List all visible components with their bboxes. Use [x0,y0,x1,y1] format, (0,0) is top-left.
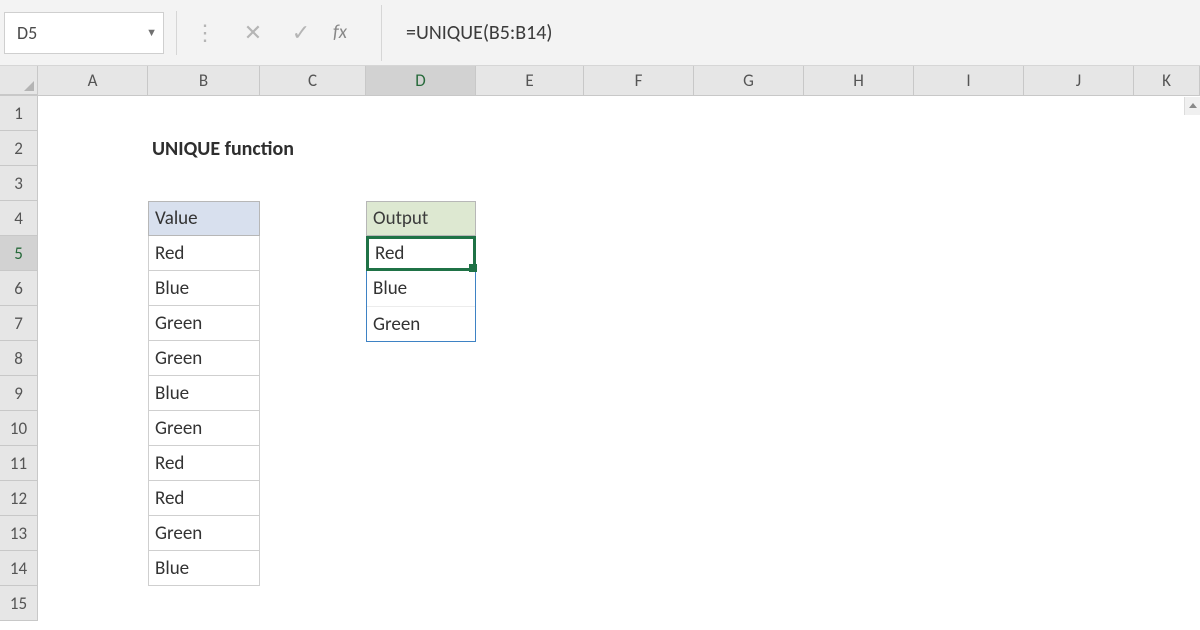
rows-wrap: 1 2 3 4 5 6 7 8 9 10 11 12 13 14 15 UNIQ… [0,96,1200,621]
col-header-A[interactable]: A [38,66,148,95]
col-header-C[interactable]: C [260,66,366,95]
value-cell[interactable]: Green [148,516,260,551]
row-header-15[interactable]: 15 [0,586,38,621]
output-cell[interactable]: Green [367,306,475,341]
row-header-2[interactable]: 2 [0,131,38,166]
row-headers: 1 2 3 4 5 6 7 8 9 10 11 12 13 14 15 [0,96,38,621]
row-header-3[interactable]: 3 [0,166,38,201]
cells-area[interactable]: UNIQUE function Value Red Blue Green Gre… [38,96,1200,621]
enter-icon[interactable]: ✓ [285,17,317,49]
name-box[interactable]: D5 ▼ [4,12,164,54]
value-cell[interactable]: Blue [148,271,260,306]
select-all-corner[interactable] [0,66,38,95]
value-cell[interactable]: Green [148,411,260,446]
value-cell[interactable]: Red [148,236,260,271]
row-header-6[interactable]: 6 [0,271,38,306]
row-header-4[interactable]: 4 [0,201,38,236]
row-header-7[interactable]: 7 [0,306,38,341]
column-headers: A B C D E F G H I J K [0,66,1200,96]
col-header-K[interactable]: K [1134,66,1200,95]
col-header-I[interactable]: I [914,66,1024,95]
formula-bar: D5 ▼ ⋮ ✕ ✓ fx =UNIQUE(B5:B14) [0,0,1200,66]
value-cell[interactable]: Red [148,446,260,481]
row-header-1[interactable]: 1 [0,96,38,131]
spill-range: Blue Green [366,271,476,342]
output-header[interactable]: Output [366,201,476,236]
col-header-G[interactable]: G [694,66,804,95]
value-header[interactable]: Value [148,201,260,236]
separator [381,5,382,61]
chevron-down-icon[interactable]: ▼ [146,26,157,39]
dots-icon[interactable]: ⋮ [189,17,221,49]
row-header-10[interactable]: 10 [0,411,38,446]
separator [176,11,177,55]
spreadsheet-grid: A B C D E F G H I J K 1 2 3 4 5 6 7 8 9 … [0,66,1200,630]
value-cell[interactable]: Red [148,481,260,516]
formula-input[interactable]: =UNIQUE(B5:B14) [400,12,1192,54]
col-header-J[interactable]: J [1024,66,1134,95]
name-box-value: D5 [17,22,37,44]
scroll-up-icon[interactable] [1184,97,1200,115]
cancel-icon[interactable]: ✕ [237,17,269,49]
value-cell[interactable]: Green [148,341,260,376]
value-table: Value Red Blue Green Green Blue Green Re… [148,201,260,586]
col-header-F[interactable]: F [584,66,694,95]
active-cell[interactable]: Red [366,236,476,271]
row-header-14[interactable]: 14 [0,551,38,586]
col-header-E[interactable]: E [476,66,584,95]
row-header-9[interactable]: 9 [0,376,38,411]
row-header-12[interactable]: 12 [0,481,38,516]
value-cell[interactable]: Green [148,306,260,341]
page-title: UNIQUE function [148,131,294,166]
fx-icon[interactable]: fx [333,21,347,44]
output-table: Output Red Blue Green [366,201,476,342]
row-header-11[interactable]: 11 [0,446,38,481]
row-header-13[interactable]: 13 [0,516,38,551]
output-cell[interactable]: Blue [367,271,475,306]
col-header-B[interactable]: B [148,66,260,95]
value-cell[interactable]: Blue [148,551,260,586]
value-cell[interactable]: Blue [148,376,260,411]
row-header-8[interactable]: 8 [0,341,38,376]
row-header-5[interactable]: 5 [0,236,38,271]
col-header-D[interactable]: D [366,66,476,95]
col-header-H[interactable]: H [804,66,914,95]
